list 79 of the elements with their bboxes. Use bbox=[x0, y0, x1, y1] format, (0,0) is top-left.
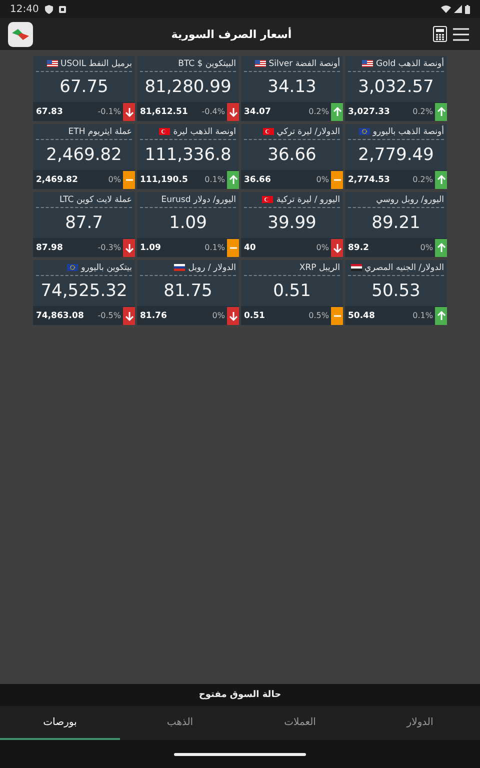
market-status: حالة السوق مفتوح bbox=[198, 690, 282, 700]
clock: 12:40 bbox=[10, 4, 39, 14]
app-logo bbox=[8, 22, 33, 46]
price: 111,336.8 bbox=[144, 144, 232, 167]
card-title: اونصة الذهب ليرة bbox=[173, 126, 236, 136]
price: 89.21 bbox=[370, 212, 422, 235]
price: 81.75 bbox=[162, 280, 214, 303]
card-title: اليورو/ روبل روسي bbox=[376, 194, 444, 204]
previous-price: 34.07 bbox=[244, 106, 271, 116]
change-percent: 0% bbox=[316, 175, 329, 184]
card-title: أونصة الذهب Gold bbox=[376, 58, 444, 68]
card-title: الريبل XRP bbox=[299, 262, 340, 272]
price: 1.09 bbox=[168, 212, 208, 235]
menu-icon[interactable] bbox=[450, 28, 472, 40]
price: 0.51 bbox=[272, 280, 312, 303]
previous-price: 2,774.53 bbox=[348, 174, 390, 184]
notification-icon bbox=[58, 6, 66, 12]
previous-price: 81.76 bbox=[140, 310, 167, 320]
change-percent: -0.1% bbox=[98, 107, 121, 116]
price: 50.53 bbox=[370, 280, 422, 303]
previous-price: 3,027.33 bbox=[348, 106, 390, 116]
card-title: عملة ايثريوم ETH bbox=[68, 126, 132, 136]
battery-icon bbox=[465, 4, 470, 14]
home-indicator[interactable] bbox=[174, 752, 306, 756]
price: 67.75 bbox=[58, 76, 110, 99]
previous-price: 111,190.5 bbox=[140, 174, 188, 184]
tab[interactable]: الذهب bbox=[120, 706, 240, 740]
price: 39.99 bbox=[266, 212, 318, 235]
card-title: عملة لايت كوين LTC bbox=[60, 194, 132, 204]
change-percent: 0% bbox=[316, 243, 329, 252]
card-title: أونصة الفضة Silver bbox=[268, 58, 340, 68]
price: 36.66 bbox=[266, 144, 318, 167]
card-title: برميل النفط USOIL bbox=[60, 58, 132, 68]
change-percent: 0.5% bbox=[308, 311, 329, 320]
previous-price: 89.2 bbox=[348, 242, 369, 252]
price: 2,469.82 bbox=[45, 144, 123, 167]
card-title: البيتكوين $ BTC bbox=[178, 58, 236, 68]
card-title: الدولار / روبل bbox=[188, 262, 236, 272]
shield-icon bbox=[44, 4, 53, 14]
price: 81,280.99 bbox=[144, 76, 232, 99]
card-title: بيتكوين باليورو bbox=[81, 262, 132, 272]
change-percent: 0.2% bbox=[412, 107, 433, 116]
previous-price: 40 bbox=[244, 242, 256, 252]
change-percent: -0.4% bbox=[202, 107, 225, 116]
card-title: الدولار/ ليرة تركي bbox=[276, 126, 340, 136]
price: 74,525.32 bbox=[40, 280, 128, 303]
change-percent: 0.1% bbox=[204, 243, 225, 252]
card-title: أونصة الذهب باليورو bbox=[372, 126, 444, 136]
previous-price: 81,612.51 bbox=[140, 106, 188, 116]
price: 87.7 bbox=[64, 212, 104, 235]
price: 3,032.57 bbox=[357, 76, 435, 99]
card-title: الدولار/ الجنيه المصري bbox=[364, 262, 444, 272]
previous-price: 36.66 bbox=[244, 174, 271, 184]
previous-price: 0.51 bbox=[244, 310, 265, 320]
calculator-icon[interactable] bbox=[430, 26, 450, 42]
change-percent: 0.1% bbox=[412, 311, 433, 320]
change-percent: 0% bbox=[212, 311, 225, 320]
previous-price: 1.09 bbox=[140, 242, 161, 252]
card-title: اليورو / ليرة تركية bbox=[276, 194, 340, 204]
previous-price: 50.48 bbox=[348, 310, 375, 320]
signal-icon bbox=[454, 5, 462, 13]
wifi-icon bbox=[441, 5, 451, 13]
change-percent: 0.1% bbox=[204, 175, 225, 184]
price: 34.13 bbox=[266, 76, 318, 99]
change-percent: -0.3% bbox=[98, 243, 121, 252]
previous-price: 2,469.82 bbox=[36, 174, 78, 184]
change-percent: 0% bbox=[108, 175, 121, 184]
tab[interactable]: الدولار bbox=[360, 706, 480, 740]
tab[interactable]: العملات bbox=[240, 706, 360, 740]
change-percent: 0.2% bbox=[308, 107, 329, 116]
change-percent: -0.5% bbox=[98, 311, 121, 320]
previous-price: 67.83 bbox=[36, 106, 63, 116]
card-title: اليورو/ دولار Eurusd bbox=[161, 194, 236, 204]
previous-price: 74,863.08 bbox=[36, 310, 84, 320]
change-percent: 0% bbox=[420, 243, 433, 252]
price: 2,779.49 bbox=[357, 144, 435, 167]
change-percent: 0.2% bbox=[412, 175, 433, 184]
app-title: أسعار الصرف السورية bbox=[170, 28, 293, 40]
previous-price: 87.98 bbox=[36, 242, 63, 252]
